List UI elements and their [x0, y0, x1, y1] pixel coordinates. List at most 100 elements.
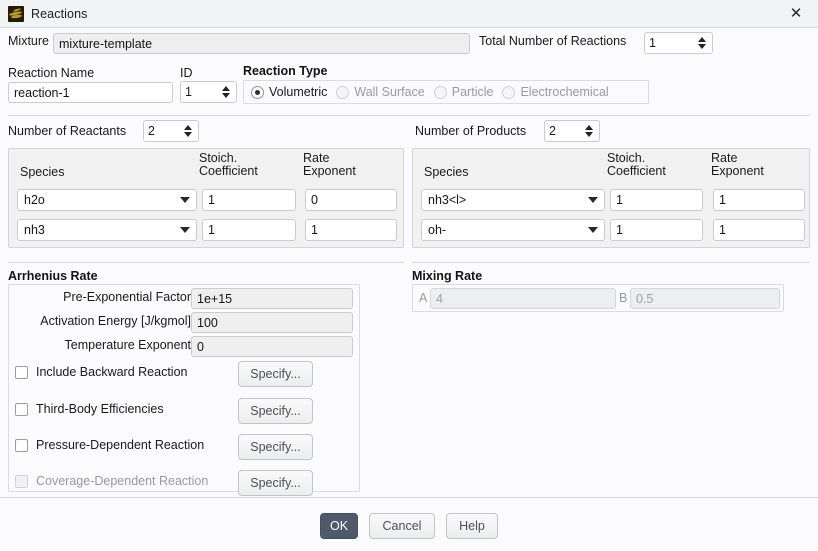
radio-dot-icon — [433, 85, 447, 99]
products-header-species: Species — [424, 165, 469, 179]
specify-backward-button[interactable]: Specify... — [238, 361, 313, 387]
activation-energy-label: Activation Energy [J/kgmol] — [40, 314, 191, 328]
mixture-field[interactable]: mixture-template — [53, 33, 470, 54]
reactant-rate-1[interactable]: 1 — [305, 219, 397, 241]
number-of-reactants-label: Number of Reactants — [8, 124, 127, 138]
checkbox-third-body-efficiencies[interactable]: Third-Body Efficiencies — [15, 402, 164, 416]
number-of-products-value: 2 — [549, 124, 556, 138]
arrhenius-group: Pre-Exponential Factor 1e+15 Activation … — [8, 284, 360, 496]
chevron-up-icon[interactable] — [698, 37, 706, 42]
reactants-arrows[interactable] — [182, 121, 198, 141]
reactions-dialog: Reactions ✕ Mixture mixture-template Tot… — [0, 0, 818, 551]
chevron-down-icon[interactable] — [184, 132, 192, 137]
help-button[interactable]: Help — [446, 513, 498, 539]
footer-buttons: OK Cancel Help — [0, 513, 818, 539]
table-row[interactable]: nh3 — [17, 219, 197, 241]
chevron-down-icon[interactable] — [180, 197, 190, 203]
checkbox-icon[interactable] — [15, 365, 28, 379]
chevron-down-icon[interactable] — [588, 197, 598, 203]
reaction-type-label: Reaction Type — [243, 64, 328, 78]
mixing-group: A 4 B 0.5 — [412, 284, 784, 312]
reaction-id-label: ID — [180, 66, 193, 80]
include-backward-reaction-label: Include Backward Reaction — [36, 365, 188, 379]
specify-coverage-button[interactable]: Specify... — [238, 470, 313, 496]
reactant-rate-0[interactable]: 0 — [305, 189, 397, 211]
mixing-a-input: 4 — [430, 288, 616, 309]
pre-exponential-factor-input[interactable]: 1e+15 — [191, 288, 353, 309]
checkbox-icon[interactable] — [15, 402, 28, 416]
product-stoich-1[interactable]: 1 — [610, 219, 703, 241]
total-reactions-stepper[interactable]: 1 — [644, 32, 713, 54]
pressure-dependent-reaction-label: Pressure-Dependent Reaction — [36, 438, 205, 452]
radio-dot-icon — [251, 85, 264, 99]
products-header-stoich: Stoich. Coefficient — [607, 152, 666, 178]
checkbox-pressure-dependent-reaction[interactable]: Pressure-Dependent Reaction — [15, 438, 204, 452]
divider-arrhenius — [8, 262, 404, 263]
reactant-stoich-1[interactable]: 1 — [202, 219, 296, 241]
specify-pressure-button[interactable]: Specify... — [238, 434, 313, 460]
reactants-header-stoich-line2: Coefficient — [199, 164, 258, 178]
product-species-1: oh- — [428, 223, 447, 237]
mixture-label: Mixture — [8, 34, 49, 48]
radio-wall-surface-label: Wall Surface — [354, 85, 425, 99]
products-header-rate: Rate Exponent — [711, 152, 764, 178]
chevron-up-icon[interactable] — [222, 86, 230, 91]
radio-electrochemical: Electrochemical — [502, 85, 609, 99]
reactant-species-1: nh3 — [24, 223, 45, 237]
activation-energy-input[interactable]: 100 — [191, 312, 353, 333]
mixing-b-input: 0.5 — [630, 288, 780, 309]
checkbox-coverage-dependent-reaction: Coverage-Dependent Reaction — [15, 474, 208, 488]
reactants-header-stoich: Stoich. Coefficient — [199, 152, 258, 178]
table-row[interactable]: nh3<l> — [421, 189, 605, 211]
chevron-down-icon[interactable] — [585, 132, 593, 137]
reactions-icon — [8, 5, 24, 22]
chevron-up-icon[interactable] — [585, 125, 593, 130]
number-of-reactants-value: 2 — [148, 124, 155, 138]
mixing-title: Mixing Rate — [412, 269, 483, 283]
product-rate-0[interactable]: 1 — [713, 189, 805, 211]
arrhenius-title: Arrhenius Rate — [8, 269, 98, 283]
reactants-header-species: Species — [20, 165, 65, 179]
cancel-button[interactable]: Cancel — [369, 513, 435, 539]
reaction-type-group: Volumetric Wall Surface Particle Electro… — [243, 80, 649, 104]
checkbox-icon — [15, 474, 28, 488]
radio-wall-surface: Wall Surface — [336, 85, 425, 99]
radio-particle-label: Particle — [451, 85, 494, 99]
reaction-name-input[interactable]: reaction-1 — [8, 82, 173, 103]
number-of-products-stepper[interactable]: 2 — [544, 120, 600, 142]
divider-mixing — [412, 262, 810, 263]
checkbox-icon[interactable] — [15, 438, 28, 452]
table-row[interactable]: h2o — [17, 189, 197, 211]
total-reactions-arrows[interactable] — [696, 33, 712, 53]
pre-exponential-factor-label: Pre-Exponential Factor — [63, 290, 191, 304]
chevron-down-icon[interactable] — [588, 227, 598, 233]
radio-volumetric[interactable]: Volumetric — [251, 85, 327, 99]
temperature-exponent-input[interactable]: 0 — [191, 336, 353, 357]
close-icon[interactable]: ✕ — [774, 0, 818, 27]
specify-third-body-button[interactable]: Specify... — [238, 398, 313, 424]
product-rate-1[interactable]: 1 — [713, 219, 805, 241]
chevron-down-icon[interactable] — [698, 44, 706, 49]
products-arrows[interactable] — [583, 121, 599, 141]
radio-volumetric-label: Volumetric — [269, 85, 328, 99]
reactants-header-rate-line2: Exponent — [303, 164, 356, 178]
reaction-id-arrows[interactable] — [220, 82, 236, 102]
product-stoich-0[interactable]: 1 — [610, 189, 703, 211]
reaction-name-label: Reaction Name — [8, 66, 95, 80]
chevron-down-icon[interactable] — [180, 227, 190, 233]
table-row[interactable]: oh- — [421, 219, 605, 241]
radio-dot-icon — [336, 85, 350, 99]
reactants-header-rate: Rate Exponent — [303, 152, 356, 178]
number-of-products-label: Number of Products — [415, 124, 527, 138]
total-reactions-label: Total Number of Reactions — [479, 34, 627, 48]
total-reactions-value: 1 — [649, 36, 656, 50]
footer-divider — [0, 497, 818, 498]
ok-button[interactable]: OK — [320, 513, 358, 539]
products-header-stoich-line2: Coefficient — [607, 164, 666, 178]
reaction-id-stepper[interactable]: 1 — [180, 81, 237, 103]
reactant-stoich-0[interactable]: 1 — [202, 189, 296, 211]
chevron-down-icon[interactable] — [222, 93, 230, 98]
checkbox-include-backward-reaction[interactable]: Include Backward Reaction — [15, 365, 187, 379]
number-of-reactants-stepper[interactable]: 2 — [143, 120, 199, 142]
chevron-up-icon[interactable] — [184, 125, 192, 130]
